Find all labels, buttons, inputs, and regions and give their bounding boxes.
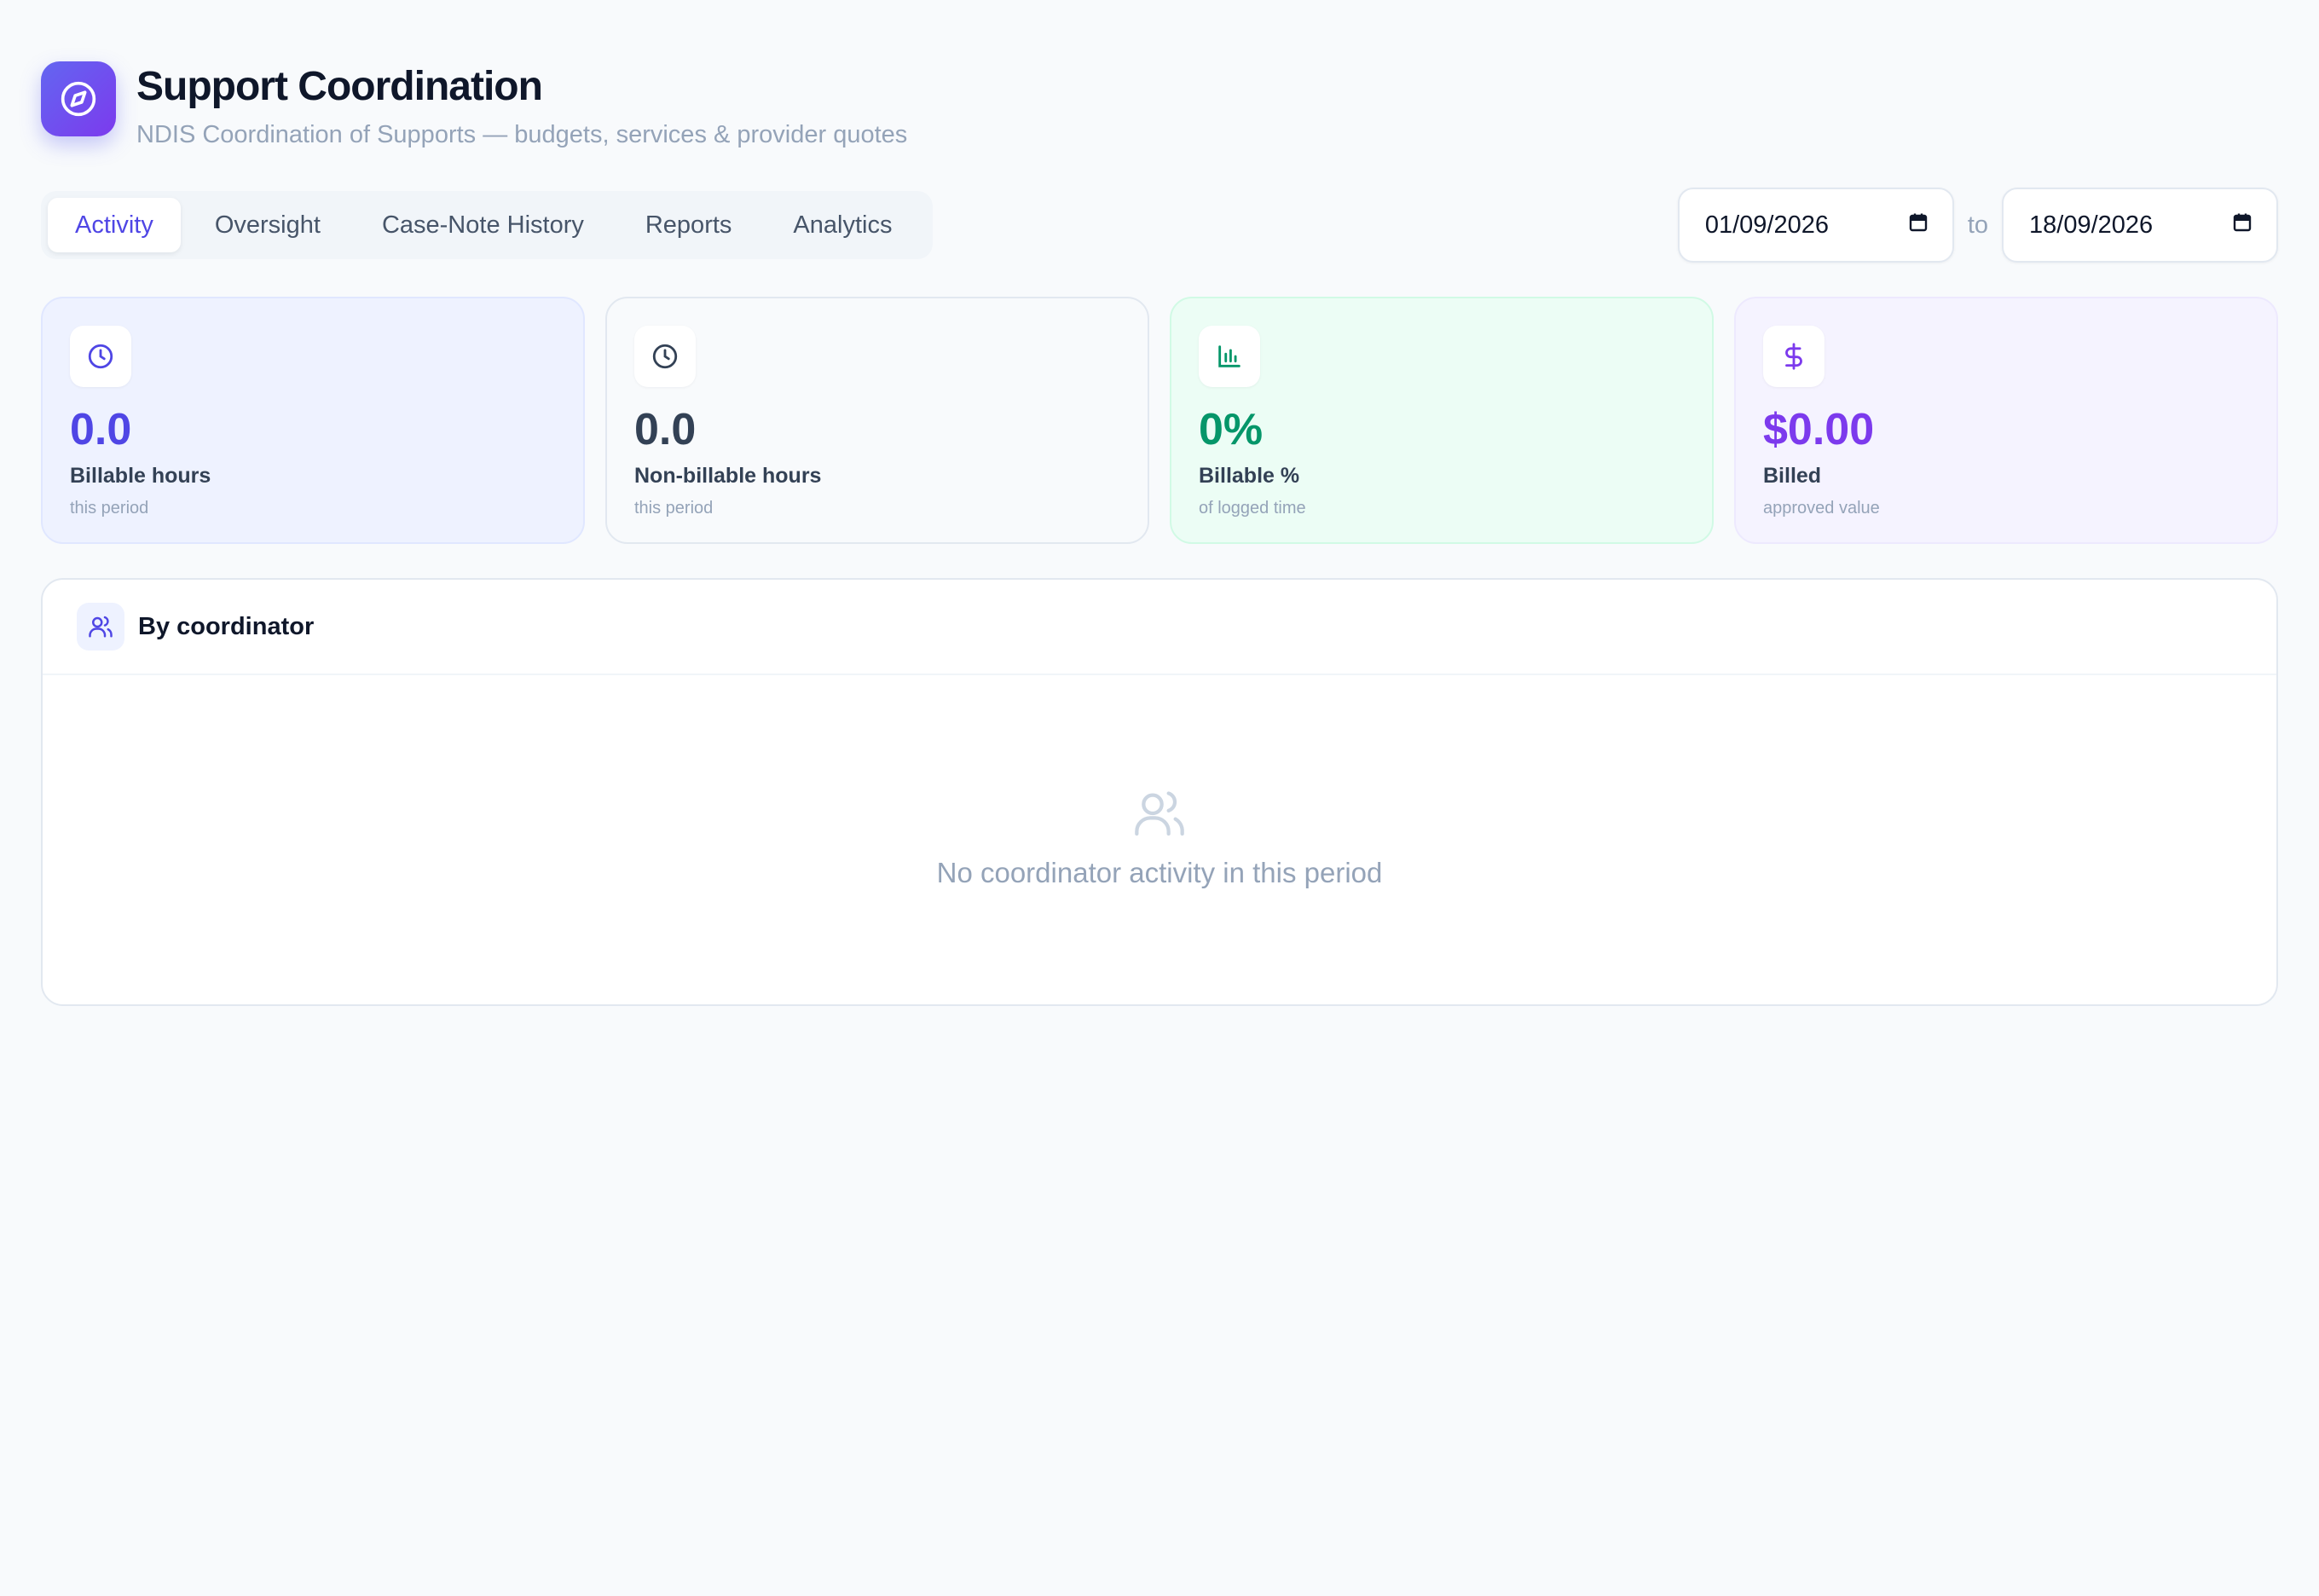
tab-reports[interactable]: Reports	[618, 198, 760, 252]
date-range: 01/09/2026 to 18/09/2026	[1677, 188, 2278, 263]
tab-case-note-history[interactable]: Case-Note History	[355, 198, 611, 252]
clock-icon	[70, 326, 131, 387]
compass-icon	[41, 61, 116, 136]
users-icon	[77, 603, 124, 651]
page-header: Support Coordination NDIS Coordination o…	[41, 61, 907, 150]
stat-value: 0.0	[634, 405, 697, 454]
tab-activity[interactable]: Activity	[48, 198, 181, 252]
tab-oversight[interactable]: Oversight	[188, 198, 348, 252]
stat-value: $0.00	[1763, 405, 1875, 454]
calendar-icon[interactable]	[2232, 211, 2252, 240]
stat-value: 0.0	[70, 405, 132, 454]
date-from-value: 01/09/2026	[1704, 211, 1829, 239]
date-from-input[interactable]: 01/09/2026	[1677, 188, 1954, 263]
date-to-input[interactable]: 18/09/2026	[2002, 188, 2278, 263]
stat-label: Billable hours	[70, 464, 211, 488]
panel-header: By coordinator	[43, 580, 2276, 675]
date-to-value: 18/09/2026	[2029, 211, 2154, 239]
empty-state-message: No coordinator activity in this period	[936, 857, 1383, 888]
stat-sublabel: this period	[70, 499, 149, 518]
users-icon	[1132, 786, 1187, 845]
empty-state: No coordinator activity in this period	[43, 786, 2276, 889]
stat-card-non-billable-hours: 0.0 Non-billable hours this period	[605, 297, 1149, 544]
stat-label: Non-billable hours	[634, 464, 822, 488]
tab-bar: Activity Oversight Case-Note History Rep…	[41, 191, 934, 259]
stat-sublabel: approved value	[1763, 499, 1880, 518]
date-range-separator: to	[1967, 211, 1988, 239]
stat-sublabel: this period	[634, 499, 714, 518]
stat-card-billable-percent: 0% Billable % of logged time	[1170, 297, 1714, 544]
bar-chart-icon	[1199, 326, 1260, 387]
stat-label: Billed	[1763, 464, 1822, 488]
page-subtitle: NDIS Coordination of Supports — budgets,…	[136, 121, 908, 148]
stat-value: 0%	[1199, 405, 1264, 454]
page-title: Support Coordination	[136, 64, 543, 109]
stat-card-billed: $0.00 Billed approved value	[1734, 297, 2278, 544]
by-coordinator-panel: By coordinator No coordinator activity i…	[41, 578, 2278, 1006]
clock-icon	[634, 326, 696, 387]
calendar-icon[interactable]	[1908, 211, 1929, 240]
stat-label: Billable %	[1199, 464, 1300, 488]
stat-sublabel: of logged time	[1199, 499, 1306, 518]
tab-analytics[interactable]: Analytics	[766, 198, 919, 252]
panel-title: By coordinator	[138, 612, 315, 640]
stat-cards: 0.0 Billable hours this period 0.0 Non-b…	[41, 297, 2278, 544]
stat-card-billable-hours: 0.0 Billable hours this period	[41, 297, 585, 544]
dollar-icon	[1763, 326, 1825, 387]
